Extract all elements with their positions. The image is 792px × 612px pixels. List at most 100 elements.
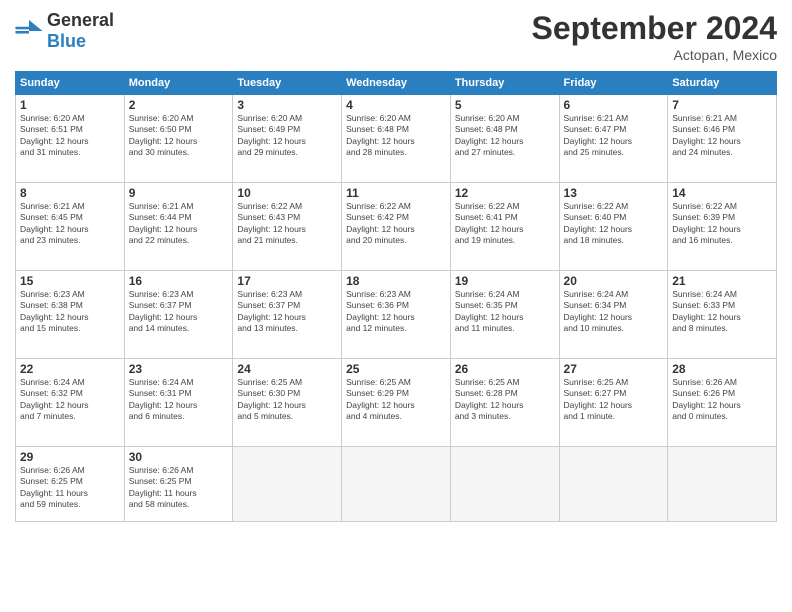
col-tuesday: Tuesday [233, 72, 342, 95]
table-row: 24Sunrise: 6:25 AM Sunset: 6:30 PM Dayli… [233, 359, 342, 447]
table-row: 19Sunrise: 6:24 AM Sunset: 6:35 PM Dayli… [450, 271, 559, 359]
day-number: 25 [346, 362, 446, 376]
table-row: 15Sunrise: 6:23 AM Sunset: 6:38 PM Dayli… [16, 271, 125, 359]
day-info: Sunrise: 6:20 AM Sunset: 6:49 PM Dayligh… [237, 113, 337, 159]
day-number: 13 [564, 186, 664, 200]
day-number: 17 [237, 274, 337, 288]
table-row: 7Sunrise: 6:21 AM Sunset: 6:46 PM Daylig… [668, 95, 777, 183]
day-info: Sunrise: 6:23 AM Sunset: 6:37 PM Dayligh… [129, 289, 229, 335]
day-number: 1 [20, 98, 120, 112]
month-title: September 2024 [532, 10, 777, 47]
day-number: 9 [129, 186, 229, 200]
day-info: Sunrise: 6:24 AM Sunset: 6:32 PM Dayligh… [20, 377, 120, 423]
day-info: Sunrise: 6:21 AM Sunset: 6:45 PM Dayligh… [20, 201, 120, 247]
day-info: Sunrise: 6:25 AM Sunset: 6:29 PM Dayligh… [346, 377, 446, 423]
location-title: Actopan, Mexico [532, 47, 777, 63]
day-info: Sunrise: 6:20 AM Sunset: 6:51 PM Dayligh… [20, 113, 120, 159]
day-info: Sunrise: 6:24 AM Sunset: 6:31 PM Dayligh… [129, 377, 229, 423]
table-row: 10Sunrise: 6:22 AM Sunset: 6:43 PM Dayli… [233, 183, 342, 271]
day-number: 15 [20, 274, 120, 288]
table-row: 3Sunrise: 6:20 AM Sunset: 6:49 PM Daylig… [233, 95, 342, 183]
day-number: 22 [20, 362, 120, 376]
week-row-2: 8Sunrise: 6:21 AM Sunset: 6:45 PM Daylig… [16, 183, 777, 271]
header-row: Sunday Monday Tuesday Wednesday Thursday… [16, 72, 777, 95]
week-row-4: 22Sunrise: 6:24 AM Sunset: 6:32 PM Dayli… [16, 359, 777, 447]
table-row: 2Sunrise: 6:20 AM Sunset: 6:50 PM Daylig… [124, 95, 233, 183]
table-row [559, 447, 668, 522]
day-number: 20 [564, 274, 664, 288]
table-row: 12Sunrise: 6:22 AM Sunset: 6:41 PM Dayli… [450, 183, 559, 271]
table-row: 9Sunrise: 6:21 AM Sunset: 6:44 PM Daylig… [124, 183, 233, 271]
day-number: 4 [346, 98, 446, 112]
day-info: Sunrise: 6:22 AM Sunset: 6:42 PM Dayligh… [346, 201, 446, 247]
logo-general: General [47, 10, 114, 30]
table-row: 30Sunrise: 6:26 AM Sunset: 6:25 PM Dayli… [124, 447, 233, 522]
day-info: Sunrise: 6:23 AM Sunset: 6:37 PM Dayligh… [237, 289, 337, 335]
header: General Blue September 2024 Actopan, Mex… [15, 10, 777, 63]
table-row: 18Sunrise: 6:23 AM Sunset: 6:36 PM Dayli… [342, 271, 451, 359]
day-number: 8 [20, 186, 120, 200]
day-number: 24 [237, 362, 337, 376]
day-info: Sunrise: 6:20 AM Sunset: 6:50 PM Dayligh… [129, 113, 229, 159]
day-info: Sunrise: 6:24 AM Sunset: 6:35 PM Dayligh… [455, 289, 555, 335]
table-row: 29Sunrise: 6:26 AM Sunset: 6:25 PM Dayli… [16, 447, 125, 522]
page: General Blue September 2024 Actopan, Mex… [0, 0, 792, 612]
table-row: 28Sunrise: 6:26 AM Sunset: 6:26 PM Dayli… [668, 359, 777, 447]
day-info: Sunrise: 6:23 AM Sunset: 6:36 PM Dayligh… [346, 289, 446, 335]
col-friday: Friday [559, 72, 668, 95]
table-row: 17Sunrise: 6:23 AM Sunset: 6:37 PM Dayli… [233, 271, 342, 359]
day-number: 3 [237, 98, 337, 112]
day-number: 28 [672, 362, 772, 376]
table-row [233, 447, 342, 522]
col-monday: Monday [124, 72, 233, 95]
table-row [342, 447, 451, 522]
day-number: 6 [564, 98, 664, 112]
day-number: 12 [455, 186, 555, 200]
table-row [668, 447, 777, 522]
table-row: 23Sunrise: 6:24 AM Sunset: 6:31 PM Dayli… [124, 359, 233, 447]
table-row: 6Sunrise: 6:21 AM Sunset: 6:47 PM Daylig… [559, 95, 668, 183]
col-sunday: Sunday [16, 72, 125, 95]
logo-blue: Blue [47, 31, 86, 51]
day-info: Sunrise: 6:25 AM Sunset: 6:27 PM Dayligh… [564, 377, 664, 423]
day-info: Sunrise: 6:24 AM Sunset: 6:33 PM Dayligh… [672, 289, 772, 335]
col-wednesday: Wednesday [342, 72, 451, 95]
day-info: Sunrise: 6:26 AM Sunset: 6:25 PM Dayligh… [20, 465, 120, 511]
logo-icon [15, 20, 43, 42]
table-row: 14Sunrise: 6:22 AM Sunset: 6:39 PM Dayli… [668, 183, 777, 271]
table-row: 25Sunrise: 6:25 AM Sunset: 6:29 PM Dayli… [342, 359, 451, 447]
table-row: 8Sunrise: 6:21 AM Sunset: 6:45 PM Daylig… [16, 183, 125, 271]
day-number: 16 [129, 274, 229, 288]
table-row [450, 447, 559, 522]
day-info: Sunrise: 6:22 AM Sunset: 6:43 PM Dayligh… [237, 201, 337, 247]
week-row-3: 15Sunrise: 6:23 AM Sunset: 6:38 PM Dayli… [16, 271, 777, 359]
table-row: 27Sunrise: 6:25 AM Sunset: 6:27 PM Dayli… [559, 359, 668, 447]
title-block: September 2024 Actopan, Mexico [532, 10, 777, 63]
col-saturday: Saturday [668, 72, 777, 95]
logo-text: General Blue [47, 10, 114, 52]
day-info: Sunrise: 6:25 AM Sunset: 6:30 PM Dayligh… [237, 377, 337, 423]
day-info: Sunrise: 6:23 AM Sunset: 6:38 PM Dayligh… [20, 289, 120, 335]
calendar-table: Sunday Monday Tuesday Wednesday Thursday… [15, 71, 777, 522]
day-number: 19 [455, 274, 555, 288]
col-thursday: Thursday [450, 72, 559, 95]
table-row: 20Sunrise: 6:24 AM Sunset: 6:34 PM Dayli… [559, 271, 668, 359]
day-info: Sunrise: 6:20 AM Sunset: 6:48 PM Dayligh… [455, 113, 555, 159]
day-number: 11 [346, 186, 446, 200]
day-info: Sunrise: 6:21 AM Sunset: 6:46 PM Dayligh… [672, 113, 772, 159]
day-number: 14 [672, 186, 772, 200]
table-row: 26Sunrise: 6:25 AM Sunset: 6:28 PM Dayli… [450, 359, 559, 447]
day-number: 2 [129, 98, 229, 112]
day-info: Sunrise: 6:26 AM Sunset: 6:26 PM Dayligh… [672, 377, 772, 423]
day-info: Sunrise: 6:22 AM Sunset: 6:40 PM Dayligh… [564, 201, 664, 247]
day-number: 26 [455, 362, 555, 376]
day-info: Sunrise: 6:22 AM Sunset: 6:41 PM Dayligh… [455, 201, 555, 247]
day-number: 10 [237, 186, 337, 200]
day-info: Sunrise: 6:21 AM Sunset: 6:44 PM Dayligh… [129, 201, 229, 247]
day-info: Sunrise: 6:24 AM Sunset: 6:34 PM Dayligh… [564, 289, 664, 335]
logo: General Blue [15, 10, 114, 52]
day-number: 5 [455, 98, 555, 112]
table-row: 22Sunrise: 6:24 AM Sunset: 6:32 PM Dayli… [16, 359, 125, 447]
day-info: Sunrise: 6:20 AM Sunset: 6:48 PM Dayligh… [346, 113, 446, 159]
week-row-5: 29Sunrise: 6:26 AM Sunset: 6:25 PM Dayli… [16, 447, 777, 522]
